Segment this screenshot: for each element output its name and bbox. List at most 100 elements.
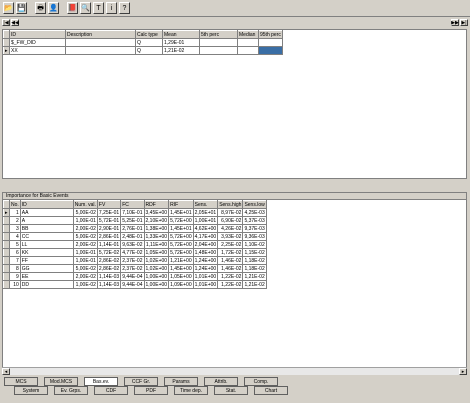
table-row[interactable]: 7 FF 1,00E-01 2,86E-02 2,37E-02 1,02E+00 1,21E… (3, 256, 267, 265)
cell-rif[interactable]: 1,05E+00 (168, 272, 194, 281)
cell-sens[interactable]: 1,00E+01 (192, 216, 219, 225)
column-header[interactable]: 5th perc (199, 30, 238, 39)
cell-95th-perc[interactable] (258, 38, 283, 47)
cell-rif[interactable]: 5,72E+00 (168, 216, 194, 225)
cell-5th-perc[interactable] (199, 38, 238, 47)
table-row[interactable]: 2 A 1,00E-01 5,72E-01 5,25E-01 2,10E+00 5,72E+… (3, 216, 267, 225)
cell-sens[interactable]: 1,01E+00 (192, 272, 219, 281)
cell-sens-low[interactable]: 1,15E-02 (242, 248, 267, 257)
cell-sens-low[interactable]: 4,25E-03 (242, 208, 267, 217)
tab-comp[interactable]: Comp. (244, 377, 278, 386)
cell-no[interactable]: 3 (9, 224, 21, 233)
cell-sens-high[interactable]: 8,97E-02 (217, 208, 244, 217)
cell-num-val[interactable]: 5,00E-02 (72, 232, 98, 241)
table-row[interactable]: 5 LL 2,00E-02 1,14E-01 9,63E-02 1,11E+00 5,72E… (3, 240, 267, 249)
cell-sens-low[interactable]: 5,37E-03 (242, 216, 267, 225)
cell-sens-low[interactable]: 1,21E-02 (242, 272, 267, 281)
cell-sens-high[interactable]: 1,22E-02 (217, 280, 244, 289)
grid-search-icon[interactable]: 🔍 (80, 2, 91, 14)
cell-median[interactable] (237, 46, 259, 55)
cell-id[interactable]: A (19, 216, 74, 225)
cell-fc[interactable]: 5,25E-01 (120, 216, 145, 225)
cell-num-val[interactable]: 2,00E-02 (72, 272, 98, 281)
cell-95th-perc[interactable] (258, 46, 283, 55)
cell-rif[interactable]: 5,72E+00 (168, 232, 194, 241)
table-row[interactable]: ▸ 1 AA 5,00E-02 7,25E-01 7,10E-01 3,45E+00 1,45… (3, 208, 267, 217)
cell-rdf[interactable]: 1,02E+00 (143, 264, 170, 273)
cell-sens[interactable]: 2,04E+00 (192, 240, 219, 249)
table-row[interactable]: 8 GG 5,00E-02 2,86E-02 2,37E-02 1,02E+00 1,45E… (3, 264, 267, 273)
cell-id[interactable]: GG (19, 264, 74, 273)
table-row[interactable]: ▸ XX Q 1,21E-02 (3, 46, 283, 55)
cell-fv[interactable]: 1,14E-03 (96, 272, 122, 281)
column-header[interactable]: ID (9, 30, 66, 39)
cell-id[interactable]: AA (19, 208, 74, 217)
cell-fc[interactable]: 7,10E-01 (120, 208, 145, 217)
cell-sens-high[interactable]: 1,46E-02 (217, 256, 244, 265)
user-icon[interactable]: 👤 (48, 2, 59, 14)
cell-no[interactable]: 8 (9, 264, 21, 273)
column-header[interactable]: Description (65, 30, 136, 39)
cell-id[interactable]: $_FW_DID (9, 38, 66, 47)
column-header[interactable]: FV (96, 200, 122, 209)
tab-mcs[interactable]: MCS (4, 377, 38, 386)
cell-fc[interactable]: 2,37E-02 (120, 264, 145, 273)
cell-rdf[interactable]: 2,10E+00 (143, 216, 170, 225)
text-tool-icon[interactable]: T (93, 2, 104, 14)
cell-sens-low[interactable]: 9,36E-03 (242, 232, 267, 241)
cell-fv[interactable]: 2,86E-02 (96, 264, 122, 273)
cell-id[interactable]: CC (19, 232, 74, 241)
cell-id[interactable]: KK (19, 248, 74, 257)
cell-5th-perc[interactable] (199, 46, 238, 55)
cell-fv[interactable]: 7,25E-01 (96, 208, 122, 217)
cell-sens-low[interactable]: 1,18E-02 (242, 256, 267, 265)
cell-description[interactable] (65, 38, 136, 47)
cell-fc[interactable]: 2,48E-01 (120, 232, 145, 241)
cell-sens[interactable]: 4,17E+00 (192, 232, 219, 241)
cell-num-val[interactable]: 1,00E-01 (72, 216, 98, 225)
print-icon[interactable]: 🖶 (35, 2, 46, 14)
tab-pdf[interactable]: PDF (134, 386, 168, 395)
tab-params[interactable]: Params (164, 377, 198, 386)
cell-num-val[interactable]: 5,00E-02 (72, 264, 98, 273)
column-header[interactable]: RDF (143, 200, 170, 209)
cell-no[interactable]: 5 (9, 240, 21, 249)
column-header[interactable]: Mean (162, 30, 200, 39)
cell-sens-high[interactable]: 3,93E-02 (217, 232, 244, 241)
column-header[interactable]: Num. val. (72, 200, 98, 209)
cell-id[interactable]: DD (19, 280, 74, 289)
cell-rdf[interactable]: 1,05E+00 (143, 248, 170, 257)
cell-fc[interactable]: 2,37E-02 (120, 256, 145, 265)
cell-rdf[interactable]: 1,38E+00 (143, 224, 170, 233)
column-header[interactable]: No. (9, 200, 21, 209)
cell-fv[interactable]: 5,72E-02 (96, 248, 122, 257)
cell-sens[interactable]: 4,62E+00 (192, 224, 219, 233)
cell-sens-low[interactable]: 9,37E-03 (242, 224, 267, 233)
cell-rif[interactable]: 1,45E+01 (168, 208, 194, 217)
cell-id[interactable]: FF (19, 256, 74, 265)
cell-sens-high[interactable]: 1,22E-02 (217, 272, 244, 281)
cell-sens-high[interactable]: 2,25E-02 (217, 240, 244, 249)
cell-no[interactable]: 10 (9, 280, 21, 289)
cell-sens-high[interactable]: 4,26E-02 (217, 224, 244, 233)
tab-system[interactable]: System (14, 386, 48, 395)
cell-sens[interactable]: 1,24E+00 (192, 264, 219, 273)
tab-ccf-gr[interactable]: CCF Gr. (124, 377, 158, 386)
table-row[interactable]: 9 EE 2,00E-02 1,14E-03 9,44E-04 1,00E+00 1,05E… (3, 272, 267, 281)
cell-fv[interactable]: 5,72E-01 (96, 216, 122, 225)
tab-cdf[interactable]: CDF (94, 386, 128, 395)
table-row[interactable]: 6 KK 1,00E-01 5,72E-02 4,77E-02 1,05E+00 5,72E… (3, 248, 267, 257)
cell-no[interactable]: 7 (9, 256, 21, 265)
cell-fc[interactable]: 9,63E-02 (120, 240, 145, 249)
table-row[interactable]: 3 BB 2,00E-02 2,90E-01 2,76E-01 1,38E+00 1,45E… (3, 224, 267, 233)
cell-id[interactable]: LL (19, 240, 74, 249)
cell-fv[interactable]: 2,86E-01 (96, 232, 122, 241)
cell-num-val[interactable]: 1,00E-02 (72, 280, 98, 289)
next-record-button[interactable]: ▶▶ (451, 19, 459, 26)
cell-no[interactable]: 4 (9, 232, 21, 241)
tab-ev-grps[interactable]: Ev. Grps. (54, 386, 88, 395)
cell-rif[interactable]: 1,45E+00 (168, 264, 194, 273)
cell-num-val[interactable]: 1,00E-01 (72, 248, 98, 257)
cell-fc[interactable]: 9,44E-04 (120, 272, 145, 281)
info-icon[interactable]: i (106, 2, 117, 14)
